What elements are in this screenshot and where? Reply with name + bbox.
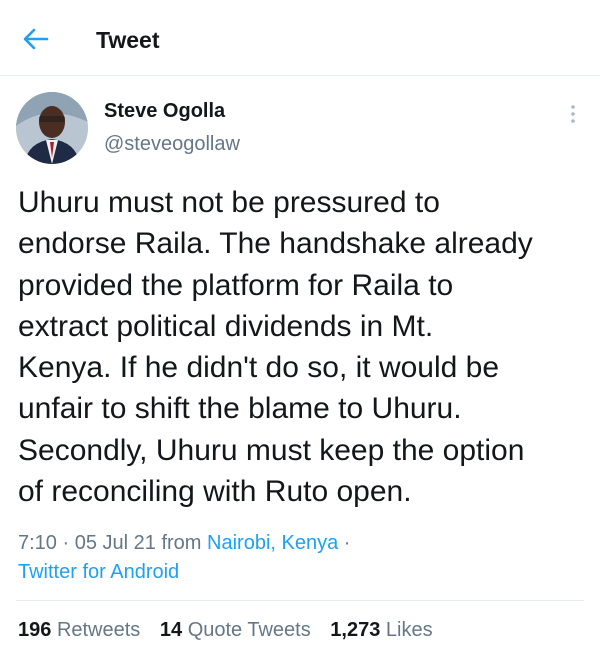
tweet-stats: 196 Retweets 14 Quote Tweets 1,273 Likes [18,619,447,642]
avatar[interactable] [16,92,88,164]
more-options-button[interactable] [562,100,584,128]
meta-separator: · [62,532,70,554]
tweet-time: 7:10 [18,532,57,554]
quote-tweets-stat[interactable]: 14 Quote Tweets [160,619,311,641]
author-name[interactable]: Steve Ogolla [104,100,225,123]
author-handle[interactable]: @steveogollaw [104,133,240,156]
tweet-date: 05 Jul 21 [74,532,156,554]
from-label: from [161,532,202,554]
meta-separator-2: · [343,532,351,554]
likes-label: Likes [385,619,433,641]
profile-photo [16,92,88,164]
divider [16,600,584,601]
arrow-left-icon [23,28,49,50]
quotes-count: 14 [159,619,183,641]
back-button[interactable] [18,24,54,54]
tweet-meta: 7:10 · 05 Jul 21 from Nairobi, Kenya · T… [18,529,588,587]
quotes-label: Quote Tweets [187,619,311,641]
page-title: Tweet [96,27,160,53]
likes-stat[interactable]: 1,273 Likes [330,619,432,641]
location-link[interactable]: Nairobi, Kenya [207,532,338,554]
top-bar: Tweet [0,0,600,76]
retweets-stat[interactable]: 196 Retweets [18,619,140,641]
retweets-label: Retweets [56,619,141,641]
likes-count: 1,273 [330,619,381,641]
retweets-count: 196 [18,619,52,641]
source-link[interactable]: Twitter for Android [18,558,588,587]
vertical-ellipsis-icon [571,105,575,123]
tweet-text: Uhuru must not be pressured to endorse R… [18,186,533,509]
